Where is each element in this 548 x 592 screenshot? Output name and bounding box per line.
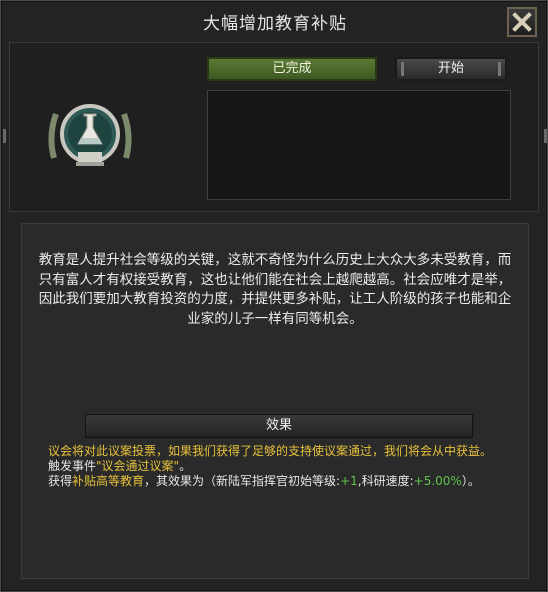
event-suffix: 。 [179,459,192,473]
bonus-desc-a: ，其效果为（新陆军指挥官初始等级: [144,474,341,488]
bonus-desc-end: ）。 [461,474,480,488]
event-effect-line: 触发事件"议会通过议案"。 [48,459,508,474]
window-title: 大幅增加教育补贴 [203,14,347,34]
effects-text: 议会将对此议案投票，如果我们获得了足够的支持使议案通过，我们将会从中获益。 触发… [48,444,508,489]
start-button-label: 开始 [437,61,464,76]
completed-status-button[interactable]: 已完成 [207,57,377,81]
bonus-desc-b: ,科研速度: [357,474,414,488]
info-box [207,90,511,200]
event-name[interactable]: "议会通过议案" [96,459,179,473]
event-prefix: 触发事件 [48,459,97,473]
education-flask-emblem-icon [48,104,132,166]
vote-effect-line: 议会将对此议案投票，如果我们获得了足够的支持使议案通过，我们将会从中获益。 [48,444,493,458]
close-icon [512,12,532,32]
start-button[interactable]: 开始 [395,57,507,81]
bonus-value-commander: +1 [340,474,358,488]
left-edge-mark [3,129,6,143]
bonus-effect-line: 获得补贴高等教育，其效果为（新陆军指挥官初始等级:+1,科研速度:+5.00%）… [48,474,508,489]
bonus-prefix: 获得 [48,474,73,488]
bonus-value-research: +5.00% [413,474,462,488]
close-button[interactable] [507,7,537,37]
decision-window: 大幅增加教育补贴 已完成 开始 教育是人提升社会等级的关键，这就不奇怪为什么历史… [0,0,548,592]
bonus-name[interactable]: 补贴高等教育 [72,474,144,488]
effects-header-button[interactable]: 效果 [85,414,473,438]
right-edge-mark [544,129,547,143]
decision-description: 教育是人提升社会等级的关键，这就不奇怪为什么历史上大众大多未受教育，而只有富人才… [38,252,512,327]
